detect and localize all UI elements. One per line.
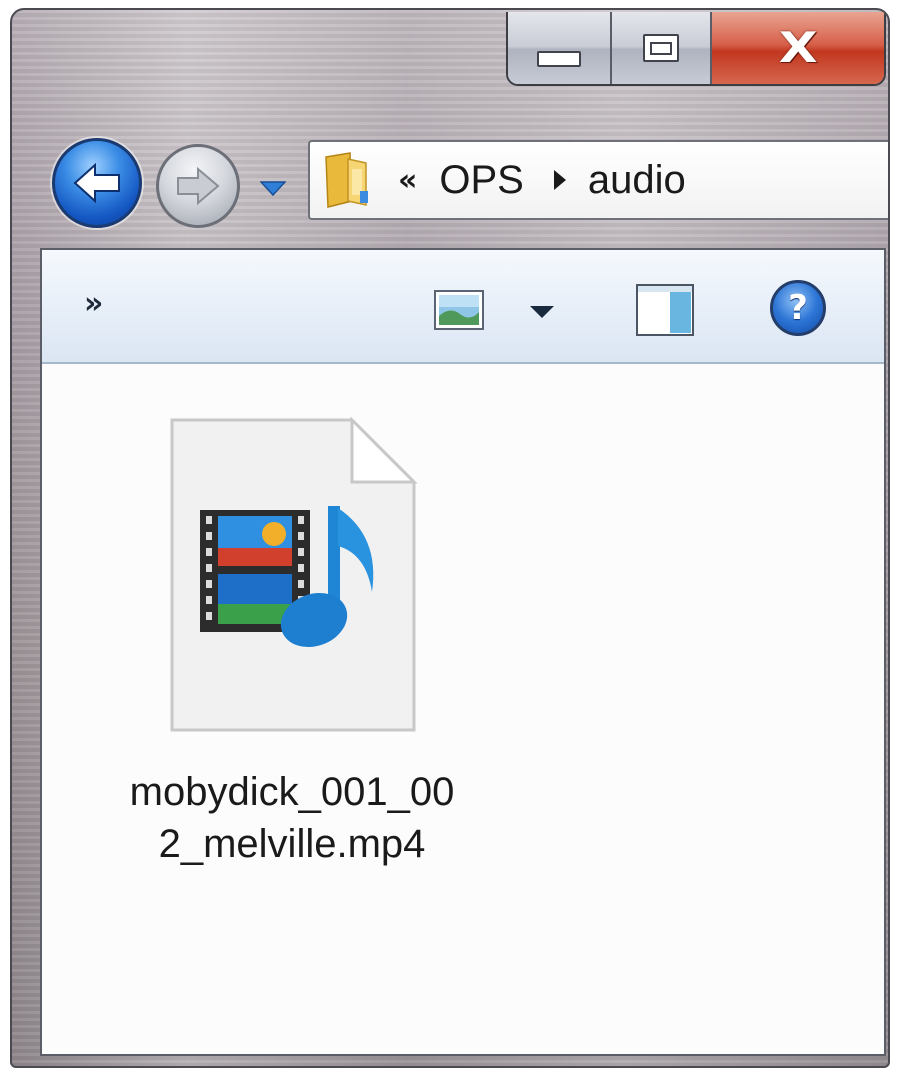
forward-button[interactable] (156, 144, 240, 228)
file-name[interactable]: mobydick_001_00 2_melville.mp4 (102, 766, 482, 870)
breadcrumb-separator-icon[interactable] (553, 170, 566, 190)
content-area: » ? mobydick_001_00 2_melville.mp4 (40, 248, 886, 1056)
dropdown-arrow-icon (260, 181, 286, 196)
toolbar-overflow-button[interactable]: » (84, 286, 103, 321)
minimize-button[interactable] (508, 12, 612, 84)
breadcrumb-overflow[interactable]: « (398, 163, 417, 198)
folder-icon (325, 152, 368, 208)
caption-buttons: X (506, 12, 886, 86)
breadcrumb-item-ops[interactable]: OPS (439, 158, 523, 203)
file-item[interactable]: mobydick_001_00 2_melville.mp4 (102, 394, 482, 866)
close-button[interactable]: X (712, 12, 884, 84)
recent-pages-dropdown[interactable] (258, 176, 288, 200)
file-name-line-2: 2_melville.mp4 (158, 822, 426, 866)
back-button[interactable] (52, 138, 142, 228)
change-view-icon[interactable] (434, 290, 484, 330)
file-list: mobydick_001_00 2_melville.mp4 (42, 364, 884, 1054)
close-icon: X (778, 23, 818, 72)
forward-arrow-icon (177, 166, 220, 206)
preview-pane-icon[interactable] (636, 284, 694, 336)
command-bar: » ? (42, 250, 884, 364)
video-audio-file-icon (170, 416, 418, 732)
address-bar[interactable]: « OPS audio (308, 140, 888, 220)
help-icon: ? (788, 288, 808, 328)
back-arrow-icon (73, 162, 120, 204)
help-button[interactable]: ? (770, 280, 826, 336)
maximize-button[interactable] (612, 12, 712, 84)
views-dropdown-icon[interactable] (530, 306, 554, 318)
file-name-line-1: mobydick_001_00 (129, 770, 455, 814)
breadcrumb-item-audio[interactable]: audio (588, 158, 686, 203)
maximize-icon (643, 34, 679, 62)
explorer-window: X « OPS audio » ? mobydick_001_00 2_melv… (10, 8, 890, 1068)
minimize-icon (537, 51, 581, 67)
